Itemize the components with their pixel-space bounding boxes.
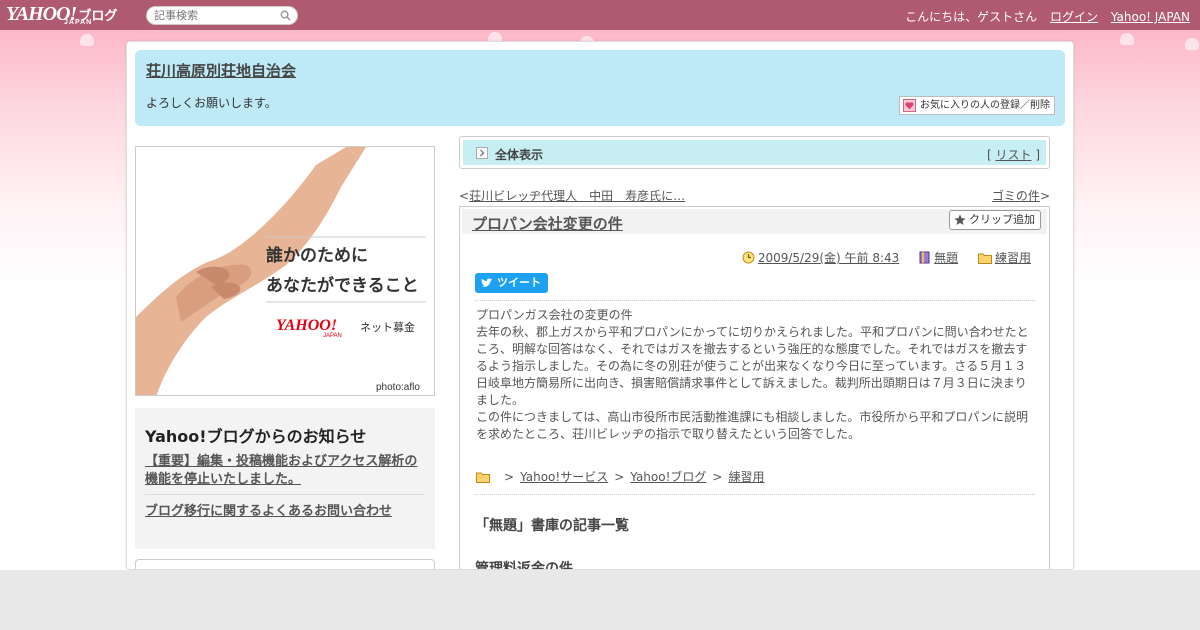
blog-page: 荘川高原別荘地自治会 よろしくお願いします。 お気に入りの人の登録／削除 誰かの… <box>126 41 1074 570</box>
folder-icon <box>476 472 490 483</box>
article-category: 無題 <box>919 251 962 265</box>
article-folder: 練習用 <box>977 251 1031 265</box>
view-bar: 全体表示 [ リスト ] <box>459 136 1050 169</box>
heart-icon <box>903 99 916 112</box>
star-icon <box>954 214 966 225</box>
article-date-link[interactable]: 2009/5/29(金) 午前 8:43 <box>758 251 899 265</box>
prev-article: <荘川ビレッヂ代理人 中田 寿彦氏に… <box>459 187 685 204</box>
donation-banner[interactable]: 誰かのために あなたができること YAHOO! JAPAN ネット募金 phot… <box>135 146 435 396</box>
view-all-label[interactable]: 全体表示 <box>495 146 543 163</box>
blog-title[interactable]: 荘川高原別荘地自治会 <box>146 60 296 81</box>
blog-description: よろしくお願いします。 <box>146 96 277 110</box>
blog-header: 荘川高原別荘地自治会 よろしくお願いします。 お気に入りの人の登録／削除 <box>135 50 1065 126</box>
banner-brand-suffix: ネット募金 <box>360 320 415 334</box>
clock-icon <box>742 251 755 264</box>
banner-credit: photo:aflo <box>376 382 420 393</box>
folder-icon <box>977 253 992 264</box>
library-item[interactable]: 管理料返金の件 <box>475 558 573 569</box>
breadcrumb-item[interactable]: Yahoo!サービス <box>520 470 608 484</box>
article-title[interactable]: プロパン会社変更の件 <box>472 213 623 234</box>
next-article-link[interactable]: ゴミの件 <box>992 189 1040 203</box>
book-icon <box>919 251 930 264</box>
banner-brand: YAHOO! <box>276 317 337 334</box>
article: プロパン会社変更の件 クリップ追加 2009/5/29(金) 午前 8:43 無… <box>459 206 1050 569</box>
top-bar: YAHOO!ブログ JAPAN こんにちは、ゲストさん ログイン Yahoo! … <box>0 0 1200 30</box>
list-link[interactable]: リスト <box>995 148 1031 162</box>
breadcrumb-separator: > <box>614 470 625 484</box>
library-heading: 「無題」書庫の記事一覧 <box>475 518 629 534</box>
breadcrumb-separator: > <box>712 470 723 484</box>
notice-panel: Yahoo!ブログからのお知らせ 【重要】編集・投稿機能およびアクセス解析の機能… <box>135 408 435 549</box>
greeting-text: こんにちは、ゲストさん <box>905 10 1038 24</box>
article-paragraph: プロパンガス会社の変更の件 <box>476 308 633 322</box>
article-paragraph: この件につきましては、高山市役所市民活動推進課にも相談しました。市役所から平和プ… <box>476 410 1029 441</box>
article-date: 2009/5/29(金) 午前 8:43 <box>742 251 903 265</box>
article-meta: 2009/5/29(金) 午前 8:43 無題 練習用 <box>726 249 1031 266</box>
prev-article-link[interactable]: 荘川ビレッヂ代理人 中田 寿彦氏に… <box>469 189 685 203</box>
list-bracket-close: ] <box>1031 148 1040 162</box>
view-bar-inner: 全体表示 [ リスト ] <box>463 140 1046 165</box>
clip-add-button[interactable]: クリップ追加 <box>949 210 1041 230</box>
heart-decoration-icon <box>1120 33 1134 45</box>
yahoo-japan-link[interactable]: Yahoo! JAPAN <box>1111 10 1190 24</box>
login-link[interactable]: ログイン <box>1050 10 1098 24</box>
heart-decoration-icon <box>1185 38 1199 50</box>
yahoo-blog-logo[interactable]: YAHOO! ブログ JAPAN <box>6 3 117 26</box>
banner-brand-sub: JAPAN <box>323 333 342 339</box>
clip-add-label: クリップ追加 <box>969 213 1035 226</box>
breadcrumb-item[interactable]: Yahoo!ブログ <box>630 470 706 484</box>
prev-mark: < <box>459 189 470 203</box>
article-folder-link[interactable]: 練習用 <box>995 251 1031 265</box>
banner-line1: 誰かのために <box>266 245 368 266</box>
article-divider <box>475 494 1035 495</box>
heart-decoration-icon <box>80 34 94 46</box>
logo-sub: JAPAN <box>64 19 93 26</box>
breadcrumb: > Yahoo!サービス > Yahoo!ブログ > 練習用 <box>476 468 764 485</box>
chevron-right-icon <box>476 147 488 159</box>
list-link-wrap: [ リスト ] <box>987 146 1040 163</box>
favorite-button[interactable]: お気に入りの人の登録／削除 <box>899 96 1055 115</box>
favorite-button-label: お気に入りの人の登録／削除 <box>920 100 1050 111</box>
banner-image: 誰かのために あなたができること YAHOO! JAPAN ネット募金 phot… <box>136 147 434 395</box>
notice-item-faq[interactable]: ブログ移行に関するよくあるお問い合わせ <box>145 500 392 519</box>
notice-divider <box>145 494 425 495</box>
search-input[interactable] <box>147 7 272 24</box>
article-body: プロパンガス会社の変更の件 去年の秋、郡上ガスから平和プロパンにかってに切りかえ… <box>476 307 1032 443</box>
breadcrumb-separator: > <box>504 470 515 484</box>
search-icon[interactable] <box>280 10 291 21</box>
sidebar-box <box>135 559 435 569</box>
tweet-label: ツイート <box>497 276 541 289</box>
search-box[interactable] <box>146 6 298 25</box>
next-article: ゴミの件> <box>992 187 1050 204</box>
twitter-bird-icon <box>481 278 493 287</box>
notice-title: Yahoo!ブログからのお知らせ <box>145 427 367 446</box>
article-header: プロパン会社変更の件 クリップ追加 <box>462 209 1047 234</box>
banner-line2: あなたができること <box>266 275 419 296</box>
article-category-link[interactable]: 無題 <box>934 251 958 265</box>
tweet-button[interactable]: ツイート <box>475 273 548 293</box>
next-mark: > <box>1039 189 1050 203</box>
breadcrumb-item[interactable]: 練習用 <box>728 470 764 484</box>
article-divider <box>475 300 1035 301</box>
top-links: こんにちは、ゲストさん ログイン Yahoo! JAPAN <box>905 8 1190 25</box>
article-paragraph: 去年の秋、郡上ガスから平和プロパンにかってに切りかえられました。平和プロパンに問… <box>476 325 1029 407</box>
footer-area <box>0 570 1200 630</box>
notice-item-important[interactable]: 【重要】編集・投稿機能およびアクセス解析の機能を停止いたしました。 <box>145 453 430 489</box>
